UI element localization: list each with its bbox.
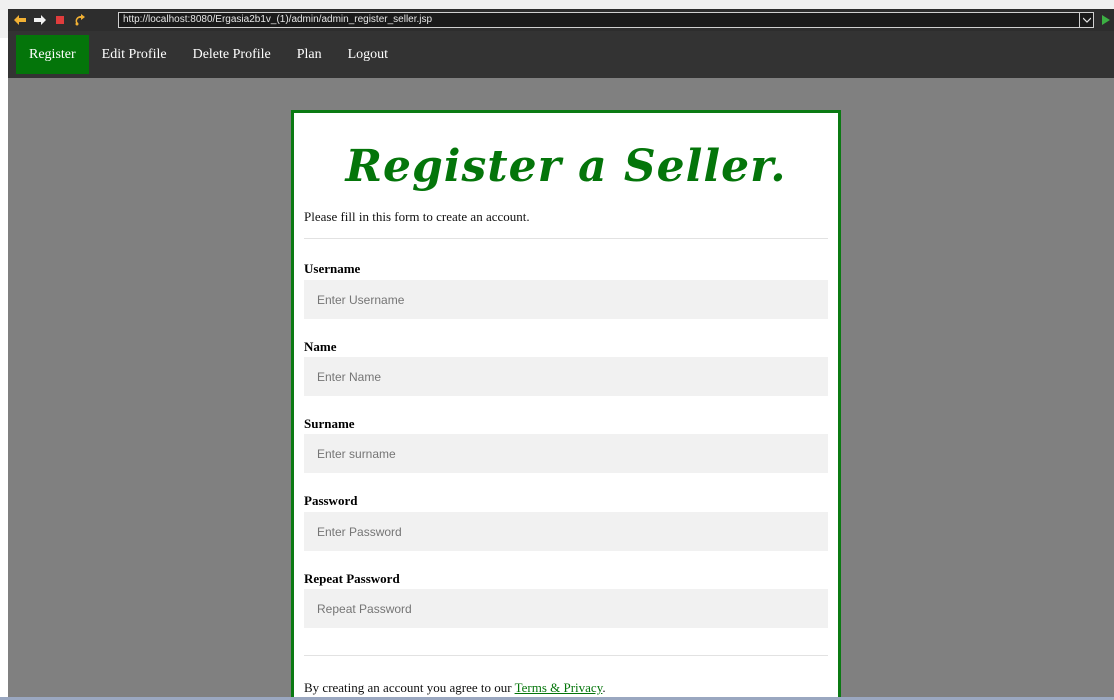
- chevron-down-icon[interactable]: [1080, 12, 1094, 28]
- name-input[interactable]: [304, 357, 828, 396]
- password-input[interactable]: [304, 512, 828, 551]
- back-arrow-icon[interactable]: [12, 12, 28, 28]
- repeat-password-input[interactable]: [304, 589, 828, 628]
- forward-arrow-icon[interactable]: [32, 12, 48, 28]
- nav-item-edit-profile[interactable]: Edit Profile: [89, 35, 180, 74]
- password-label: Password: [304, 493, 358, 508]
- terms-privacy-link[interactable]: Terms & Privacy: [515, 680, 603, 695]
- nav-item-delete-profile[interactable]: Delete Profile: [180, 35, 284, 74]
- repeat-password-label: Repeat Password: [304, 571, 400, 586]
- page-viewport: Register Edit Profile Delete Profile Pla…: [8, 31, 1114, 697]
- page-title: Register a Seller.: [345, 141, 787, 192]
- nav-item-plan[interactable]: Plan: [284, 35, 335, 74]
- divider: [304, 238, 828, 239]
- username-label: Username: [304, 261, 361, 276]
- go-icon[interactable]: [1098, 12, 1114, 28]
- nav-item-logout[interactable]: Logout: [335, 35, 401, 74]
- top-navigation: Register Edit Profile Delete Profile Pla…: [8, 31, 1114, 78]
- form-subtitle: Please fill in this form to create an ac…: [304, 209, 530, 224]
- name-label: Name: [304, 339, 337, 354]
- terms-suffix: .: [602, 680, 606, 695]
- address-bar-input[interactable]: http://localhost:8080/Ergasia2b1v_(1)/ad…: [118, 12, 1080, 28]
- browser-strip: http://localhost:8080/Ergasia2b1v_(1)/ad…: [8, 9, 1114, 31]
- stop-icon[interactable]: [52, 12, 68, 28]
- terms-notice: By creating an account you agree to our …: [304, 680, 606, 696]
- register-form-card: Register a Seller. Please fill in this f…: [291, 110, 841, 697]
- nav-item-register[interactable]: Register: [16, 35, 89, 74]
- username-input[interactable]: [304, 280, 828, 319]
- surname-input[interactable]: [304, 434, 828, 473]
- surname-label: Surname: [304, 416, 355, 431]
- divider: [304, 655, 828, 656]
- refresh-icon[interactable]: [72, 12, 88, 28]
- terms-prefix: By creating an account you agree to our: [304, 680, 515, 695]
